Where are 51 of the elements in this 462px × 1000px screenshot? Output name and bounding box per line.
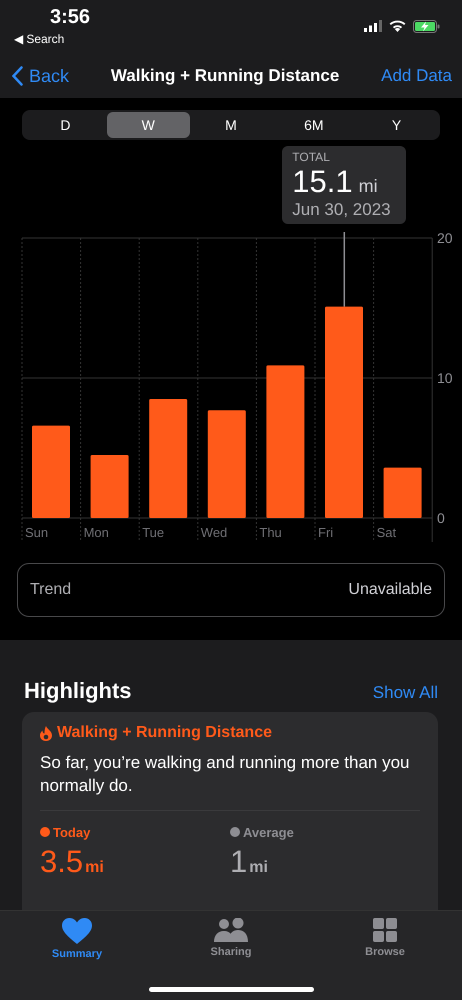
heart-icon (62, 918, 92, 944)
trend-row[interactable]: Trend Unavailable (17, 563, 445, 617)
tooltip-label: TOTAL (292, 150, 331, 164)
tab-bar-item[interactable]: Browse (335, 917, 435, 1000)
period-segment[interactable]: 6M (272, 112, 356, 138)
chevron-left-icon (12, 66, 23, 86)
section-title: Highlights (24, 678, 132, 704)
tooltip-value: 15.1 (292, 164, 353, 200)
signal-icon (364, 20, 382, 32)
flame-icon (40, 726, 52, 740)
tab-bar-item[interactable]: Summary (27, 917, 127, 1000)
period-segment[interactable]: M (190, 112, 272, 138)
bar (384, 468, 422, 518)
x-axis-label: Tue (142, 525, 164, 540)
x-axis-label: Fri (318, 525, 334, 540)
tooltip-unit: mi (358, 176, 378, 197)
wifi-icon (389, 20, 406, 32)
stat-label: Average (243, 824, 294, 840)
stat-unit: mi (249, 858, 268, 877)
back-button[interactable]: Back (12, 66, 70, 87)
x-axis-label: Thu (259, 525, 282, 540)
period-segment[interactable]: W (106, 112, 190, 138)
trend-value: Unavailable (348, 581, 432, 599)
y-axis-label: 0 (437, 510, 445, 526)
tab-bar-item[interactable]: Sharing (181, 917, 281, 1000)
page-title: Walking + Running Distance (110, 66, 340, 86)
back-to-app-link[interactable]: ◀ Search (14, 32, 64, 46)
stat-label: Today (53, 824, 90, 840)
tooltip-date: Jun 30, 2023 (292, 200, 392, 220)
x-axis-label: Mon (84, 525, 109, 540)
x-axis-label: Sun (25, 525, 48, 540)
x-axis-label: Wed (200, 525, 228, 540)
add-data-button[interactable]: Add Data (381, 66, 452, 86)
highlight-card[interactable]: Walking + Running Distance So far, you’re walking and running more than you normally do. Today 3.5 mi Average 1 mi (22, 712, 438, 910)
y-axis-label: 10 (437, 370, 453, 386)
card-title: Walking + Running Distance (57, 724, 272, 742)
trend-label: Trend (30, 581, 72, 599)
battery-charging-icon (413, 20, 440, 32)
stat-value: 1 (230, 844, 248, 880)
people-icon (214, 918, 248, 942)
status-time: 3:56 (50, 6, 90, 29)
stat-unit: mi (85, 858, 104, 877)
bar (90, 455, 129, 518)
period-segment[interactable]: Y (355, 112, 438, 138)
highlight-text: So far, you’re walking and running more than you normally do. (40, 752, 411, 797)
show-all-link[interactable]: Show All (372, 683, 438, 703)
x-axis-label: Sat (376, 525, 396, 540)
y-axis-label: 20 (437, 232, 453, 246)
period-segment[interactable]: D (24, 112, 107, 138)
grid-icon (373, 918, 397, 942)
stat-value: 3.5 (40, 844, 84, 880)
